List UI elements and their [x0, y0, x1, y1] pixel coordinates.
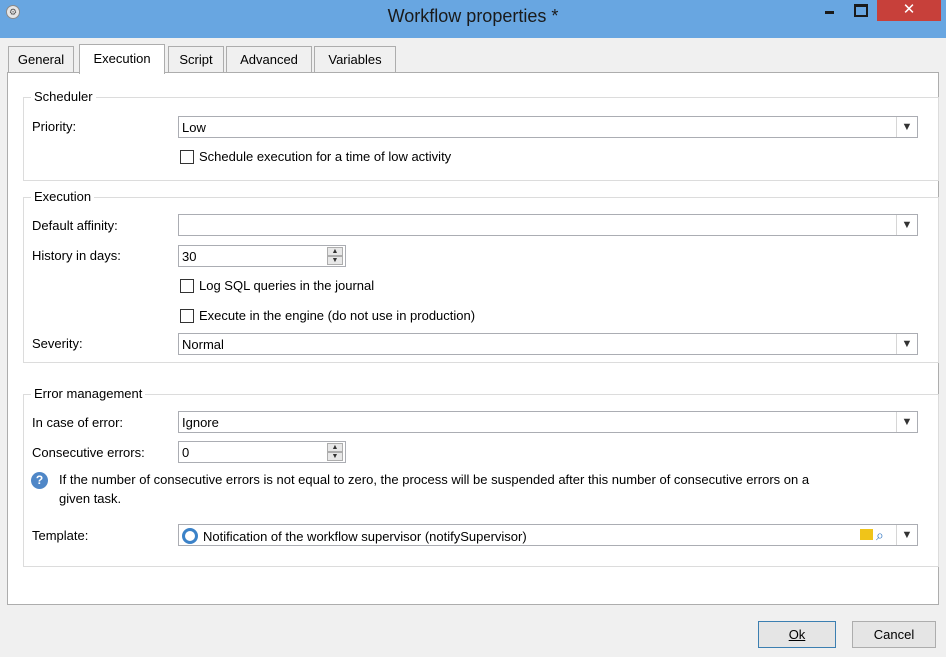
template-value: Notification of the workflow supervisor … — [182, 528, 527, 544]
low-activity-label: Schedule execution for a time of low act… — [199, 149, 452, 164]
checkbox-icon[interactable] — [180, 279, 194, 293]
close-button[interactable]: ✕ — [877, 0, 941, 21]
checkbox-icon[interactable] — [180, 150, 194, 164]
chevron-down-icon[interactable]: ▼ — [896, 215, 917, 235]
template-text: Notification of the workflow supervisor … — [203, 529, 527, 544]
low-activity-checkbox[interactable]: Schedule execution for a time of low act… — [180, 149, 451, 164]
tab-script[interactable]: Script — [168, 46, 224, 73]
tab-execution[interactable]: Execution — [79, 44, 165, 74]
log-sql-checkbox[interactable]: Log SQL queries in the journal — [180, 278, 374, 293]
info-text-line: If the number of consecutive errors is n… — [59, 472, 810, 487]
search-icon[interactable]: ⌕ — [876, 526, 891, 544]
ok-button[interactable]: Ok — [758, 621, 836, 648]
engine-label: Execute in the engine (do not use in pro… — [199, 308, 476, 323]
minimize-button[interactable] — [816, 0, 842, 21]
info-text: If the number of consecutive errors is n… — [59, 470, 929, 508]
on-error-value: Ignore — [182, 415, 219, 430]
severity-select[interactable]: Normal ▼ — [178, 333, 918, 355]
template-label: Template: — [32, 528, 89, 543]
workflow-supervisor-icon — [182, 528, 198, 544]
engine-checkbox[interactable]: Execute in the engine (do not use in pro… — [180, 308, 475, 323]
tab-label: Execution — [93, 51, 151, 66]
spin-up-icon[interactable]: ▲ — [327, 443, 343, 452]
folder-icon[interactable] — [860, 529, 873, 540]
priority-select[interactable]: Low ▼ — [178, 116, 918, 138]
checkbox-icon[interactable] — [180, 309, 194, 323]
maximize-button[interactable] — [846, 0, 872, 21]
on-error-select[interactable]: Ignore ▼ — [178, 411, 918, 433]
consecutive-value: 0 — [182, 445, 190, 460]
tab-variables[interactable]: Variables — [314, 46, 396, 73]
consecutive-label: Consecutive errors: — [32, 445, 145, 460]
history-label: History in days: — [32, 248, 121, 263]
tab-advanced[interactable]: Advanced — [226, 46, 312, 73]
tab-label: Script — [179, 52, 213, 67]
spin-down-icon[interactable]: ▼ — [327, 452, 343, 461]
affinity-select[interactable]: ▼ — [178, 214, 918, 236]
window-title: Workflow properties * — [387, 6, 559, 26]
priority-label: Priority: — [32, 119, 77, 134]
consecutive-errors-stepper[interactable]: 0 ▲ ▼ — [178, 441, 346, 463]
chevron-down-icon[interactable]: ▼ — [896, 117, 917, 137]
chevron-down-icon[interactable]: ▼ — [896, 525, 917, 545]
chevron-down-icon[interactable]: ▼ — [896, 334, 917, 354]
chevron-down-icon[interactable]: ▼ — [896, 412, 917, 432]
history-stepper[interactable]: 30 ▲ ▼ — [178, 245, 346, 267]
group-title: Execution — [31, 189, 95, 204]
severity-value: Normal — [182, 337, 224, 352]
on-error-label: In case of error: — [32, 415, 124, 430]
tab-label: General — [17, 52, 65, 67]
affinity-label: Default affinity: — [32, 218, 118, 233]
title-bar: ⚙ Workflow properties * ✕ — [0, 0, 946, 38]
scheduler-group: Scheduler — [23, 89, 939, 181]
priority-value: Low — [182, 120, 206, 135]
cancel-button[interactable]: Cancel — [852, 621, 936, 648]
tab-general[interactable]: General — [8, 46, 74, 73]
template-field[interactable]: Notification of the workflow supervisor … — [178, 524, 918, 546]
ok-label: Ok — [788, 627, 806, 642]
cancel-label: Cancel — [873, 627, 915, 642]
severity-label: Severity: — [32, 336, 83, 351]
group-title: Scheduler — [31, 89, 96, 104]
info-text-line: given task. — [59, 491, 122, 506]
tab-label: Variables — [328, 52, 382, 67]
history-value: 30 — [182, 249, 197, 264]
question-icon: ? — [31, 472, 48, 489]
group-title: Error management — [31, 386, 146, 401]
log-sql-label: Log SQL queries in the journal — [199, 278, 375, 293]
spin-up-icon[interactable]: ▲ — [327, 247, 343, 256]
spin-down-icon[interactable]: ▼ — [327, 256, 343, 265]
tab-label: Advanced — [240, 52, 298, 67]
